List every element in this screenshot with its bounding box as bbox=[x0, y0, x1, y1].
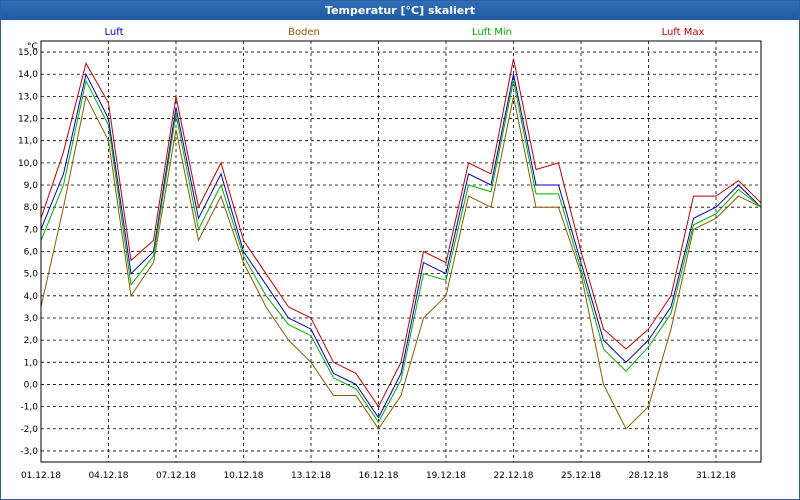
x-tick-label: 22.12.18 bbox=[493, 471, 533, 481]
y-tick-label: 7,0 bbox=[24, 225, 39, 235]
x-tick-label: 07.12.18 bbox=[156, 471, 196, 481]
y-tick-label: 1,0 bbox=[24, 358, 39, 368]
x-tick-label: 10.12.18 bbox=[223, 471, 263, 481]
y-tick-label: 13,0 bbox=[18, 92, 38, 102]
x-tick-label: 31.12.18 bbox=[696, 471, 736, 481]
y-tick-label: 9,0 bbox=[24, 181, 39, 191]
x-tick-label: 01.12.18 bbox=[21, 471, 61, 481]
y-tick-label: 0,0 bbox=[24, 380, 39, 390]
y-tick-label: 2,0 bbox=[24, 336, 39, 346]
series-line-luft-max bbox=[40, 58, 762, 408]
y-tick-label: 6,0 bbox=[24, 248, 39, 258]
series-line-luft bbox=[40, 72, 762, 419]
grid bbox=[40, 41, 761, 462]
x-axis-ticks: 01.12.18 04.12.18 07.12.18 10.12.18 13.12.18… bbox=[21, 471, 736, 481]
chart-window: Temperatur [°C] skaliert Luft Boden Luft… bbox=[0, 0, 800, 500]
x-tick-label: 25.12.18 bbox=[561, 471, 601, 481]
legend-luft-max: Luft Max bbox=[662, 27, 705, 38]
legend-luft: Luft bbox=[105, 27, 124, 38]
y-tick-label: 10,0 bbox=[18, 159, 38, 169]
y-tick-label: 4,0 bbox=[24, 292, 39, 302]
y-tick-label: 11,0 bbox=[18, 137, 38, 147]
y-tick-label: 15,0 bbox=[18, 48, 38, 58]
legend-boden: Boden bbox=[288, 27, 320, 38]
y-tick-label: -2,0 bbox=[20, 425, 38, 435]
x-tick-label: 04.12.18 bbox=[88, 471, 128, 481]
y-tick-label: 3,0 bbox=[24, 314, 39, 324]
temperature-chart: Luft Boden Luft Min Luft Max °C -3,0-2,0… bbox=[18, 27, 762, 481]
x-tick-label: 16.12.18 bbox=[358, 471, 398, 481]
y-tick-label: 12,0 bbox=[18, 115, 38, 125]
x-tick-label: 13.12.18 bbox=[291, 471, 331, 481]
y-tick-label: 5,0 bbox=[24, 270, 39, 280]
x-tick-label: 19.12.18 bbox=[426, 471, 466, 481]
x-tick-label: 28.12.18 bbox=[628, 471, 668, 481]
legend-luft-min: Luft Min bbox=[472, 27, 512, 38]
y-tick-label: -1,0 bbox=[20, 403, 38, 413]
y-tick-label: -3,0 bbox=[20, 447, 38, 457]
y-axis-ticks: -3,0 -2,0 -1,0 0,0 1,0 2,0 3,0 4,0 5,0 6,0 7,0 8,0 9… bbox=[18, 48, 38, 457]
y-tick-label: 8,0 bbox=[24, 203, 39, 213]
y-tick-label: 14,0 bbox=[18, 70, 38, 80]
series-lines bbox=[40, 58, 762, 430]
